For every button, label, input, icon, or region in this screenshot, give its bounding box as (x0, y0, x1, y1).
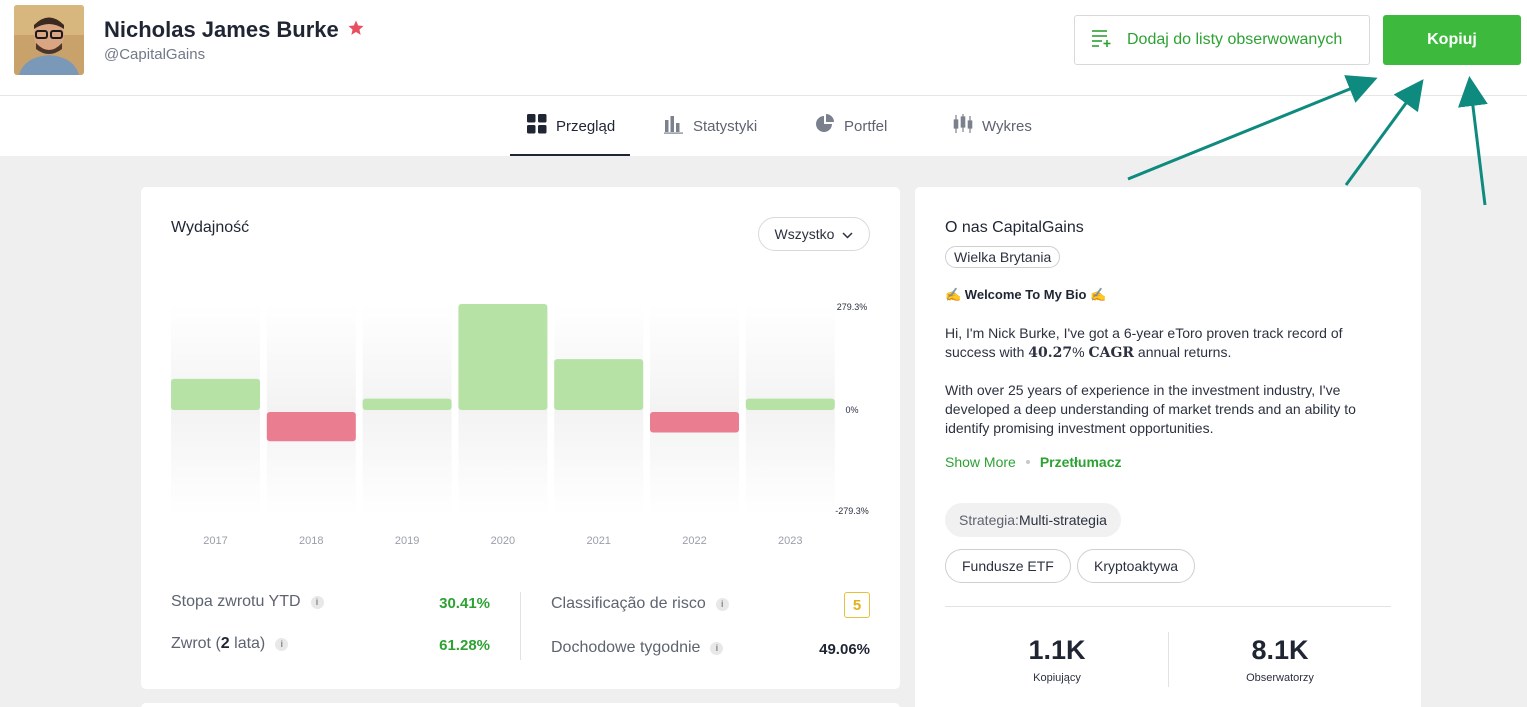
bio-actions: Show More Przetłumacz (945, 454, 1122, 470)
bar-background (266, 304, 356, 410)
x-tick-label: 2019 (395, 535, 419, 547)
bar-background (171, 410, 260, 516)
risk-score-text: Classificação de risco (551, 595, 706, 612)
y-tick-label: -279.3% (835, 506, 869, 516)
tab-chart[interactable]: Wykres (953, 96, 1032, 156)
separator-dot (1025, 460, 1030, 464)
profitable-weeks-label: Dochodowe tygodnie i (551, 639, 724, 657)
x-tick-label: 2018 (299, 535, 323, 547)
watchers-counter: 8.1K Obserwatorzy (1205, 635, 1355, 684)
bar-background (458, 410, 548, 516)
bar-2023[interactable] (745, 398, 835, 410)
tab-label: Statystyki (693, 117, 758, 135)
watchers-value: 8.1K (1251, 635, 1309, 665)
add-to-watchlist-button[interactable]: Dodaj do listy obserwowanych (1074, 15, 1370, 65)
tab-label: Portfel (844, 117, 888, 135)
tab-bar: Przegląd Statystyki Portfel Wykres (0, 96, 1527, 156)
x-tick-label: 2021 (586, 535, 610, 547)
copiers-counter: 1.1K Kopiujący (982, 635, 1132, 684)
bar-2022[interactable] (650, 412, 739, 433)
country-badge: Wielka Brytania (945, 246, 1061, 268)
about-card: O nas CapitalGains Wielka Brytania ✍️ We… (915, 187, 1421, 707)
bio-heading: ✍️ Welcome To My Bio ✍️ (945, 287, 1107, 302)
info-icon[interactable]: i (310, 595, 324, 609)
translate-link[interactable]: Przetłumacz (1040, 454, 1122, 470)
ytd-return-value: 30.41% (439, 595, 490, 612)
x-tick-label: 2020 (491, 535, 515, 547)
info-icon[interactable]: i (710, 641, 724, 655)
about-title: O nas CapitalGains (945, 219, 1084, 236)
tab-label: Wykres (982, 117, 1032, 135)
tab-stats[interactable]: Statystyki (664, 96, 757, 156)
tab-label: Przegląd (556, 117, 616, 135)
two-year-return-text: Zwrot (2 lata) (171, 635, 266, 652)
bar-chart-icon (664, 114, 684, 138)
add-to-watchlist-label: Dodaj do listy obserwowanych (1127, 31, 1343, 48)
candlestick-icon (953, 114, 973, 138)
tag-etf[interactable]: Fundusze ETF (945, 549, 1071, 583)
bar-background (650, 304, 739, 410)
avatar[interactable] (14, 5, 84, 75)
two-year-return-label: Zwrot (2 lata) i (171, 635, 289, 653)
pie-chart-icon (815, 114, 835, 138)
profitable-weeks-value: 49.06% (819, 641, 870, 658)
two-year-return-value: 61.28% (439, 637, 490, 654)
tab-overview[interactable]: Przegląd (527, 96, 615, 156)
stats-divider (520, 592, 521, 660)
strategy-pill[interactable]: Strategia: Multi-strategia (945, 503, 1121, 537)
counter-divider (1168, 632, 1169, 687)
next-card (141, 703, 900, 707)
x-tick-label: 2023 (778, 535, 802, 547)
trader-name: Nicholas James Burke (104, 17, 339, 42)
star-icon[interactable] (347, 19, 365, 42)
copy-button[interactable]: Kopiuj (1383, 15, 1521, 65)
bar-background (554, 410, 644, 516)
y-tick-label: 279.3% (837, 302, 868, 312)
x-tick-label: 2017 (203, 535, 227, 547)
profile-header: Nicholas James Burke @CapitalGains Dodaj… (0, 0, 1527, 96)
bar-2020[interactable] (458, 304, 548, 410)
active-tab-indicator (510, 154, 630, 156)
profitable-weeks-text: Dochodowe tygodnie (551, 639, 701, 656)
bar-2017[interactable] (171, 378, 260, 410)
about-divider (945, 606, 1391, 607)
bar-background (745, 410, 835, 516)
info-icon[interactable]: i (275, 637, 289, 651)
info-icon[interactable]: i (715, 597, 729, 611)
bar-background (745, 304, 835, 410)
tab-portfolio[interactable]: Portfel (815, 96, 887, 156)
performance-card: Wydajność Wszystko 2017 2018 2019 2020 2021 2… (141, 187, 900, 689)
add-list-icon (1091, 29, 1113, 52)
bar-background (362, 410, 452, 516)
show-more-link[interactable]: Show More (945, 454, 1016, 470)
x-tick-label: 2022 (682, 535, 706, 547)
bar-background (362, 304, 452, 410)
watchers-label: Obserwatorzy (1246, 672, 1314, 684)
ytd-return-text: Stopa zwrotu YTD (171, 593, 301, 610)
bar-2019[interactable] (362, 398, 452, 410)
copiers-label: Kopiujący (1033, 672, 1081, 684)
bar-2021[interactable] (554, 359, 644, 410)
trader-handle: @CapitalGains (104, 46, 206, 63)
bio-paragraph-1: Hi, I'm Nick Burke, I've got a 6-year eT… (945, 325, 1343, 361)
ytd-return-label: Stopa zwrotu YTD i (171, 593, 324, 611)
grid-icon (527, 114, 547, 138)
tag-crypto[interactable]: Kryptoaktywa (1077, 549, 1196, 583)
bar-2018[interactable] (266, 412, 356, 442)
risk-score-label: Classificação de risco i (551, 595, 729, 613)
performance-chart: 2017 2018 2019 2020 2021 2022 2023 279.3% 0% -279… (171, 302, 869, 547)
copiers-value: 1.1K (1028, 635, 1086, 665)
y-tick-label: 0% (845, 405, 858, 415)
bio-paragraph-2: With over 25 years of experience in the … (945, 382, 1356, 436)
risk-score-badge: 5 (844, 592, 870, 618)
